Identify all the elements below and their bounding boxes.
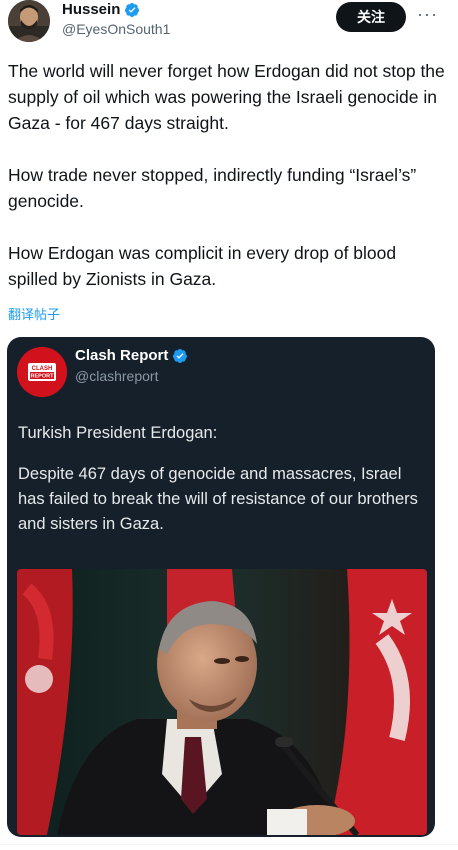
svg-text:CLASH: CLASH [32, 366, 53, 372]
svg-text:REPORT: REPORT [31, 374, 55, 380]
verified-badge-icon [125, 2, 140, 17]
author-name-row[interactable]: Hussein [62, 1, 140, 18]
author-name[interactable]: Hussein [62, 1, 120, 18]
tweet-text: The world will never forget how Erdogan … [8, 58, 448, 292]
more-options-icon[interactable]: ··· [417, 4, 438, 25]
tweet: Hussein @EyesOnSouth1 关注 ··· The world w… [0, 0, 458, 850]
clash-report-logo-icon: CLASH REPORT [17, 347, 67, 397]
tweet-paragraph: How trade never stopped, indirectly fund… [8, 165, 417, 211]
quoted-author-name[interactable]: Clash Report [75, 347, 168, 364]
quoted-avatar[interactable]: CLASH REPORT [17, 347, 67, 397]
quoted-tweet[interactable]: CLASH REPORT Clash Report @clashreport T… [7, 337, 435, 837]
quoted-paragraph: Despite 467 days of genocide and massacr… [18, 465, 418, 533]
quoted-author-handle[interactable]: @clashreport [75, 368, 158, 384]
translate-post-link[interactable]: 翻译帖子 [8, 304, 60, 323]
avatar-image [8, 0, 50, 42]
quoted-text: Turkish President Erdogan: Despite 467 d… [18, 421, 428, 553]
erdogan-photo-image [17, 569, 427, 835]
tweet-paragraph: How Erdogan was complicit in every drop … [8, 243, 397, 289]
avatar[interactable] [8, 0, 50, 42]
tweet-paragraph: The world will never forget how Erdogan … [8, 61, 445, 133]
quoted-name-row[interactable]: Clash Report [75, 347, 188, 364]
quoted-photo[interactable] [17, 569, 427, 835]
quoted-paragraph: Turkish President Erdogan: [18, 424, 218, 442]
follow-button[interactable]: 关注 [336, 2, 406, 32]
verified-badge-icon [173, 348, 188, 363]
author-handle[interactable]: @EyesOnSouth1 [62, 21, 170, 37]
divider [0, 844, 458, 845]
